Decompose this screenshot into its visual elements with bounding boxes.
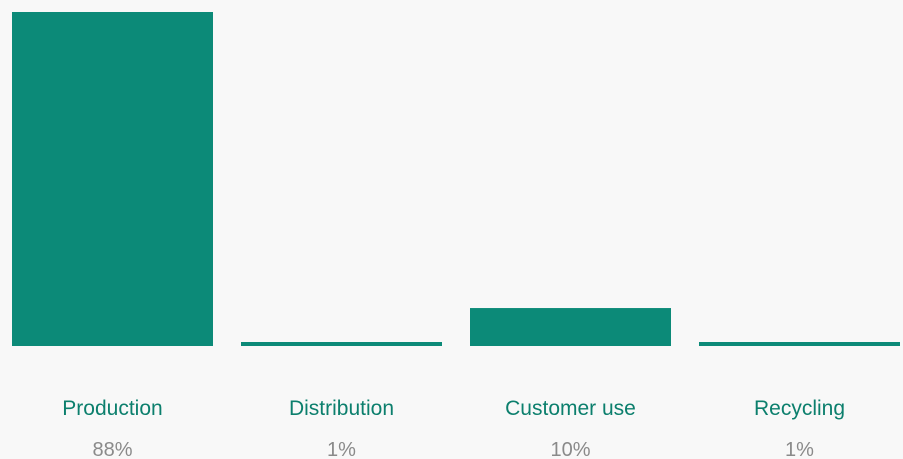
bar-production <box>12 12 213 346</box>
bar-customer-use <box>470 308 671 346</box>
value-label-production: 88% <box>92 439 133 459</box>
category-label-customer-use: Customer use <box>505 397 636 420</box>
category-label-recycling: Recycling <box>753 397 846 420</box>
category-label-production: Production <box>62 397 163 420</box>
value-label-customer-use: 10% <box>550 439 591 459</box>
value-label-recycling: 1% <box>785 439 814 459</box>
bar-recycling <box>699 342 900 346</box>
bar-distribution <box>241 342 442 346</box>
category-label-distribution: Distribution <box>288 397 395 420</box>
bars-area <box>12 12 900 346</box>
value-label-distribution: 1% <box>327 439 356 459</box>
bar-chart: Production Distribution Customer use Rec… <box>0 0 903 459</box>
